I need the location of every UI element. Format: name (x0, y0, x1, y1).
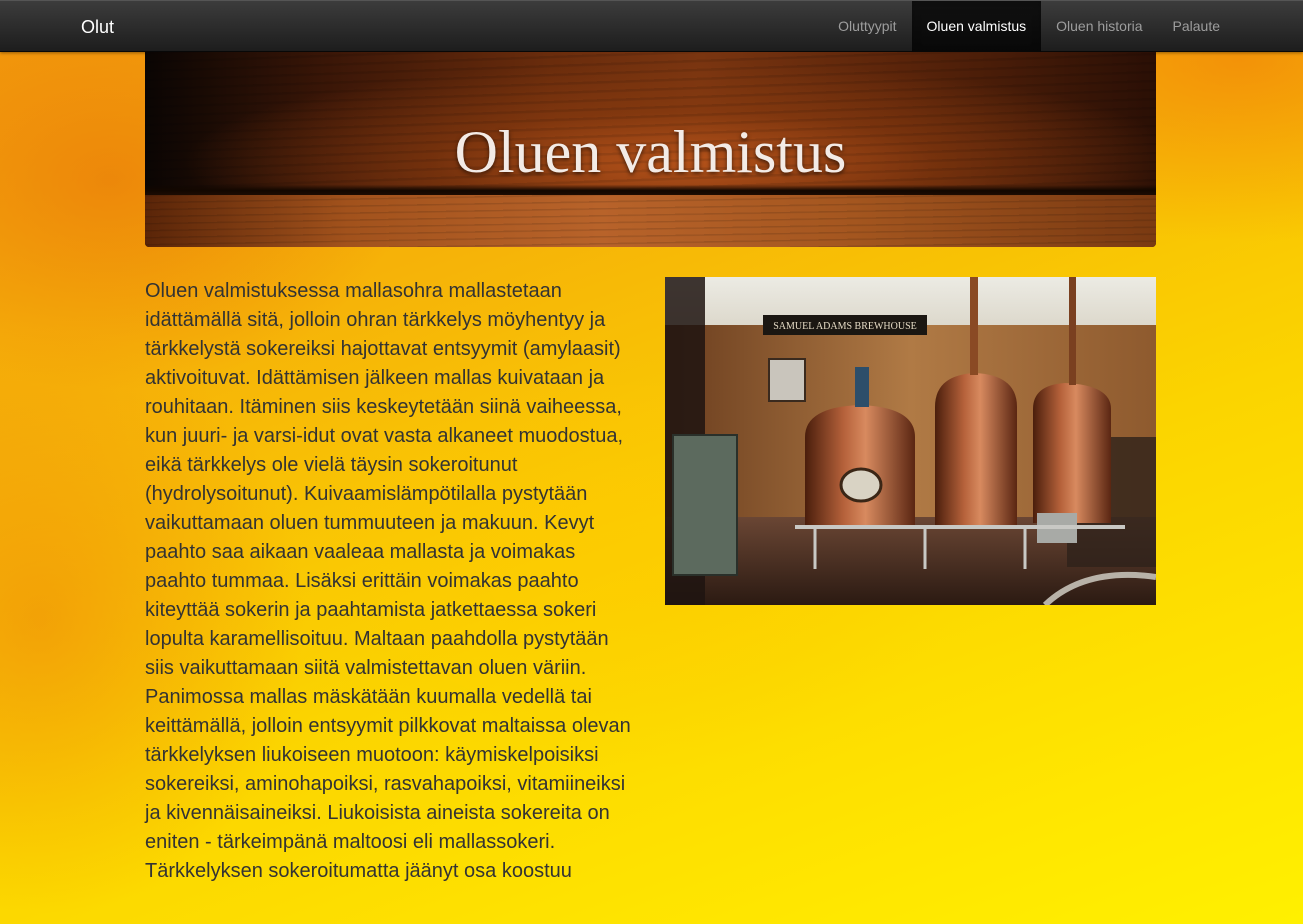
brew-kettle-left (805, 405, 915, 525)
kettle-motor (855, 367, 869, 407)
brew-kettle-center (935, 373, 1017, 525)
brewhouse-sign-text: SAMUEL ADAMS BREWHOUSE (773, 321, 917, 332)
kettle-porthole (839, 467, 883, 503)
wall-panel (768, 358, 806, 402)
control-cabinet (672, 434, 738, 576)
page-title: Oluen valmistus (454, 119, 847, 185)
nav-item-oluen-valmistus[interactable]: Oluen valmistus (911, 1, 1042, 52)
page-header-banner: Oluen valmistus (145, 52, 1156, 247)
brew-kettle-right (1033, 383, 1111, 523)
article-text: Oluen valmistuksessa mallasohra mallaste… (145, 280, 631, 882)
nav-item-oluttyypit[interactable]: Oluttyypit (823, 1, 911, 52)
kettle-pipe-right (1069, 277, 1076, 385)
brewhouse-photo: SAMUEL ADAMS BREWHOUSE (665, 277, 1156, 605)
kettle-pipe (970, 277, 978, 375)
nav-item-palaute[interactable]: Palaute (1158, 1, 1235, 52)
nav-item-oluen-historia[interactable]: Oluen historia (1041, 1, 1157, 52)
top-navbar: Olut Oluttyypit Oluen valmistus Oluen hi… (0, 0, 1303, 52)
brand-link[interactable]: Olut (81, 17, 114, 38)
wood-plank-decoration (145, 195, 1156, 247)
nav-menu: Oluttyypit Oluen valmistus Oluen histori… (823, 1, 1235, 52)
